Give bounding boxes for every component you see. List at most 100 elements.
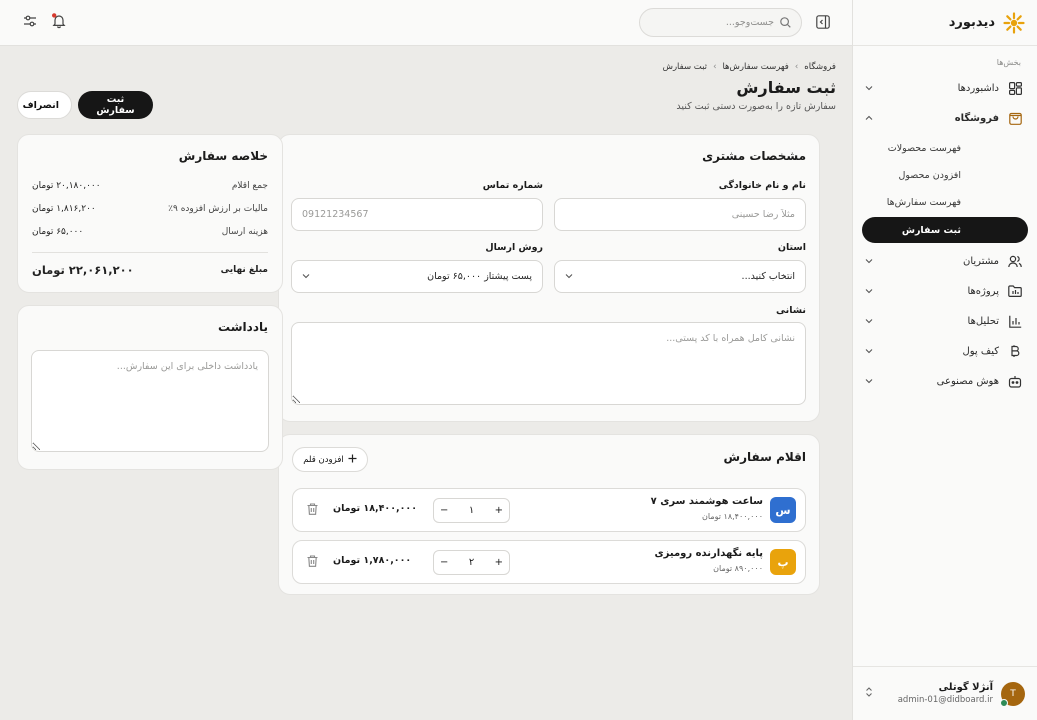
chevron-down-icon: [865, 286, 873, 297]
breadcrumb-order-list[interactable]: فهرست سفارش‌ها: [722, 62, 788, 72]
summary-title: خلاصه سفارش: [178, 149, 268, 163]
user-info: آنژلا گوتلی admin-01@didboard.ir: [873, 682, 993, 705]
item-name: پایه نگهدارنده رومیزی: [654, 548, 764, 559]
search-input[interactable]: [654, 17, 774, 28]
sidebar-item-label: هوش مصنوعی: [936, 375, 999, 387]
brand-name: دیدبورد: [948, 15, 995, 30]
brand[interactable]: دیدبورد: [853, 0, 1037, 46]
address-field[interactable]: [291, 322, 806, 405]
chevron-down-icon: [865, 316, 873, 327]
sun-logo-icon: [1003, 11, 1025, 34]
plus-icon: [348, 454, 357, 466]
breadcrumb-current: ثبت سفارش: [662, 62, 708, 72]
item-total: ۱۸,۴۰۰,۰۰۰ تومان: [333, 503, 417, 514]
name-field[interactable]: [554, 198, 806, 231]
summary-value: ۱,۸۱۶,۲۰۰ تومان: [32, 204, 96, 214]
sidebar-item-dashboards[interactable]: داشبوردها: [853, 73, 1037, 103]
note-field[interactable]: [31, 350, 269, 452]
section-label: بخش‌ها: [996, 58, 1021, 67]
chevron-down-icon: [865, 346, 873, 357]
increase-quantity-button[interactable]: +: [495, 505, 503, 516]
sidebar-item-label: پروژه‌ها: [967, 285, 999, 297]
robot-icon: [1007, 373, 1023, 389]
sidebar-subitem-new-order[interactable]: ثبت سفارش: [862, 217, 1028, 243]
phone-field[interactable]: [291, 198, 543, 231]
chevron-up-icon: [865, 113, 873, 124]
trash-icon[interactable]: [306, 555, 318, 567]
final-label: مبلغ نهایی: [220, 265, 268, 275]
chevron-down-icon: [302, 271, 310, 282]
order-items-title: اقلام سفارش: [723, 450, 806, 464]
increase-quantity-button[interactable]: +: [495, 557, 503, 568]
summary-value: ۲۰,۱۸۰,۰۰۰ تومان: [32, 181, 101, 191]
topbar: [0, 0, 852, 46]
cancel-button[interactable]: انصراف: [17, 91, 72, 119]
decrease-quantity-button[interactable]: −: [440, 557, 448, 568]
quantity-stepper: + ۲ −: [433, 550, 510, 575]
dashboard-icon: [1007, 80, 1023, 96]
user-name: آنژلا گوتلی: [938, 682, 993, 693]
chevron-down-icon: [865, 376, 873, 387]
sidebar-toggle-icon[interactable]: [816, 15, 830, 29]
summary-row: جمع اقلام ۲۰,۱۸۰,۰۰۰ تومان: [32, 181, 268, 191]
trash-icon[interactable]: [306, 503, 318, 515]
breadcrumb-store[interactable]: فروشگاه: [804, 62, 836, 72]
item-total: ۱,۷۸۰,۰۰۰ تومان: [333, 555, 412, 566]
name-label: نام و نام خانوادگی: [718, 180, 806, 191]
users-icon: [1007, 253, 1023, 269]
province-select[interactable]: انتخاب کنید...: [554, 260, 806, 293]
note-card: یادداشت: [17, 305, 283, 470]
province-value: انتخاب کنید...: [741, 271, 795, 282]
sidebar-item-label: کیف پول: [962, 345, 999, 357]
chart-icon: [1007, 313, 1023, 329]
search-box[interactable]: [639, 8, 802, 37]
province-label: استان: [777, 242, 806, 253]
summary-value: ۶۵,۰۰۰ تومان: [32, 227, 84, 237]
address-label: نشانی: [776, 305, 806, 316]
chevron-up-down-icon: [865, 686, 873, 701]
sidebar-subitem-add-product[interactable]: افزودن محصول: [853, 162, 1037, 189]
chevron-down-icon: [865, 256, 873, 267]
submit-order-button[interactable]: ثبت سفارش: [78, 91, 153, 119]
order-item-row: پ پایه نگهدارنده رومیزی ۸۹۰,۰۰۰ تومان + …: [292, 540, 806, 584]
phone-label: شماره تماس: [482, 180, 543, 191]
item-badge: پ: [770, 549, 796, 575]
page-title: ثبت سفارش: [736, 78, 836, 97]
sidebar-item-analytics[interactable]: تحلیل‌ها: [853, 306, 1037, 336]
sidebar-subitem-order-list[interactable]: فهرست سفارش‌ها: [853, 189, 1037, 216]
note-title: یادداشت: [218, 320, 268, 334]
avatar-initial: T: [1010, 688, 1016, 699]
customer-card-title: مشخصات مشتری: [702, 149, 806, 163]
decrease-quantity-button[interactable]: −: [440, 505, 448, 516]
shipping-select[interactable]: پست پیشتاز ۶۵,۰۰۰ تومان: [291, 260, 543, 293]
settings-sliders-icon[interactable]: [22, 13, 38, 29]
sidebar-item-customers[interactable]: مشتریان: [853, 246, 1037, 276]
sidebar-item-projects[interactable]: پروژه‌ها: [853, 276, 1037, 306]
item-badge: س: [770, 497, 796, 523]
header-actions: انصراف ثبت سفارش: [17, 91, 153, 119]
item-unit-price: ۱۸,۴۰۰,۰۰۰ تومان: [702, 512, 763, 521]
sidebar-item-label: مشتریان: [963, 255, 999, 267]
item-unit-price: ۸۹۰,۰۰۰ تومان: [713, 564, 763, 573]
sidebar-item-wallet[interactable]: کیف پول: [853, 336, 1037, 366]
chevron-left-icon: ›: [713, 62, 717, 72]
avatar: T: [1000, 681, 1025, 707]
chevron-down-icon: [565, 271, 573, 282]
add-item-button[interactable]: افزودن قلم: [292, 447, 368, 472]
summary-label: جمع اقلام: [231, 181, 268, 191]
shipping-label: روش ارسال: [485, 242, 543, 253]
bell-icon[interactable]: [51, 13, 67, 29]
summary-label: مالیات بر ارزش افزوده ۹٪: [168, 204, 268, 214]
sidebar-item-store[interactable]: فروشگاه: [853, 103, 1037, 133]
sidebar: دیدبورد بخش‌ها داشبوردها فروشگاه فهرست م…: [852, 0, 1037, 720]
sidebar-item-ai[interactable]: هوش مصنوعی: [853, 366, 1037, 396]
final-value: ۲۲,۰۶۱,۲۰۰ تومان: [32, 263, 134, 277]
summary-row: مالیات بر ارزش افزوده ۹٪ ۱,۸۱۶,۲۰۰ تومان: [32, 204, 268, 214]
shopping-bag-icon: [1007, 110, 1023, 126]
user-menu[interactable]: T آنژلا گوتلی admin-01@didboard.ir: [853, 666, 1037, 720]
chevron-left-icon: ›: [794, 62, 799, 72]
sidebar-item-label: فروشگاه: [954, 112, 999, 124]
folder-icon: [1007, 283, 1023, 299]
chevron-down-icon: [865, 83, 873, 94]
sidebar-subitem-product-list[interactable]: فهرست محصولات: [853, 135, 1037, 162]
